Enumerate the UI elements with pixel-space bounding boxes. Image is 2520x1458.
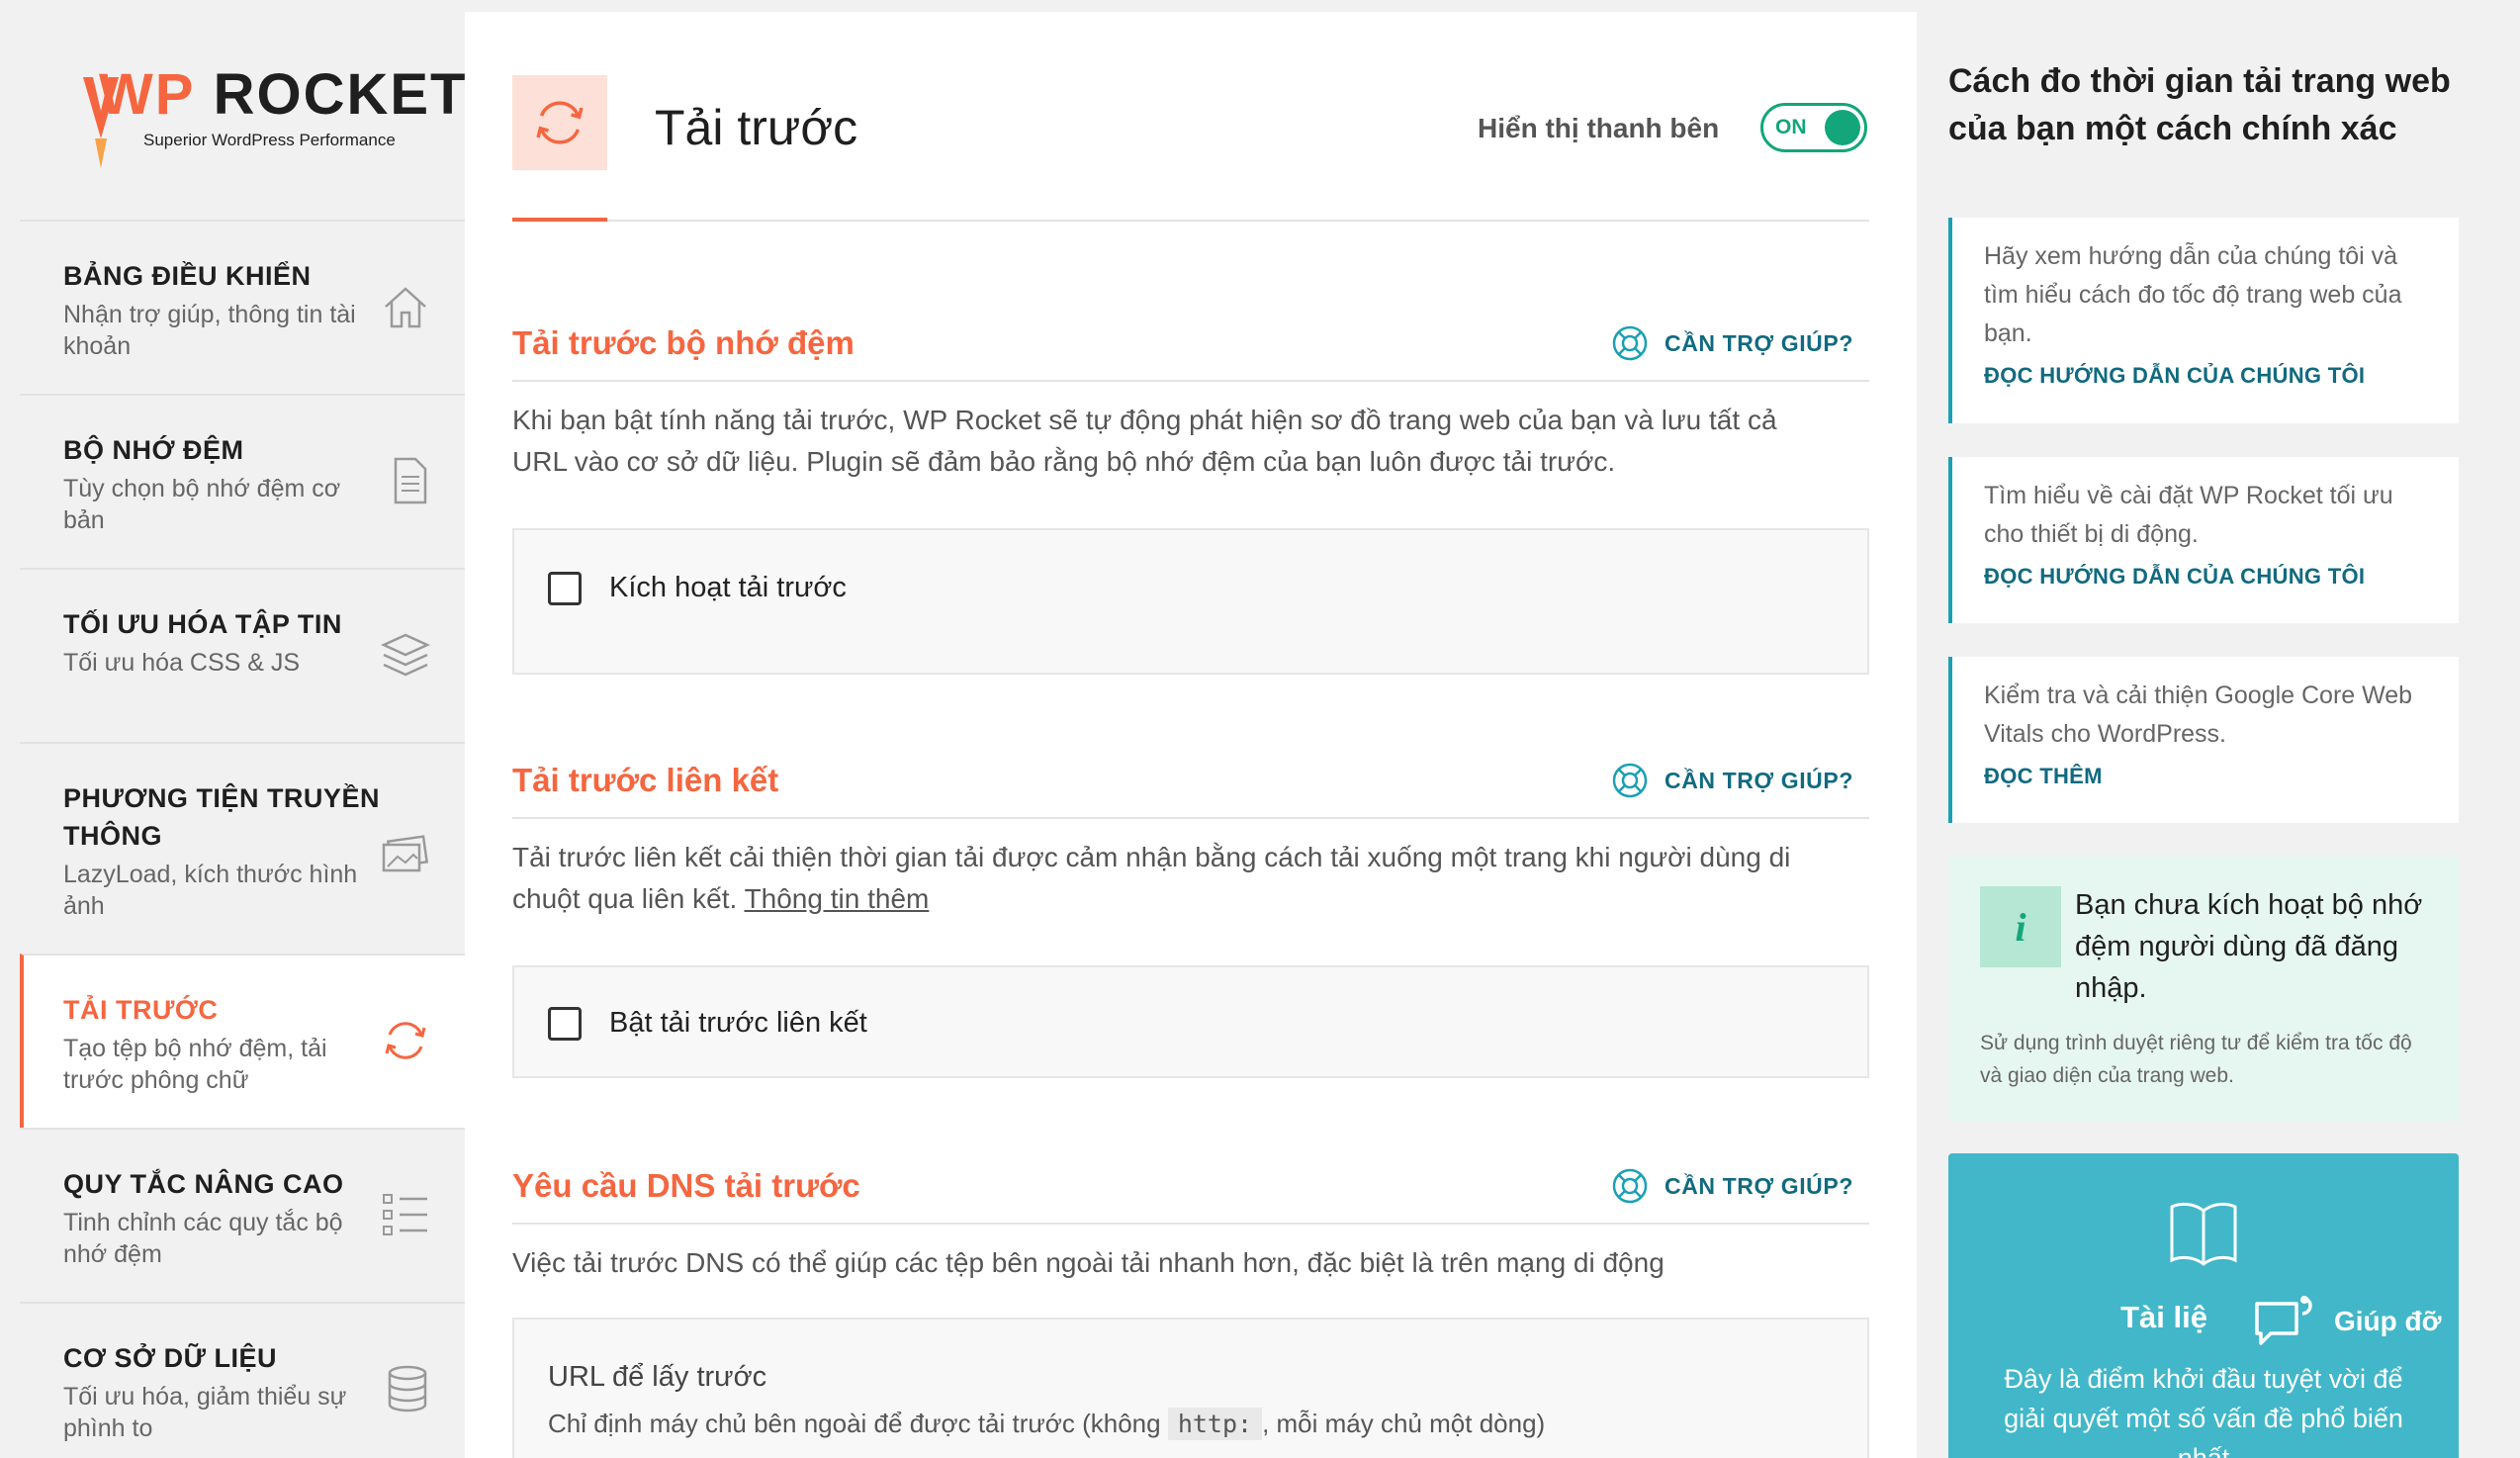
guide-card: Tìm hiểu về cài đặt WP Rocket tối ưu cho…: [1948, 457, 2459, 623]
nav-item-title: TẢI TRƯỚC: [63, 995, 219, 1025]
nav-item-title: BỘ NHỚ ĐỆM: [63, 435, 244, 465]
help-label: CẦN TRỢ GIÚP?: [1665, 767, 1853, 793]
nav-list: BẢNG ĐIỀU KHIỂN Nhận trợ giúp, thông tin…: [20, 220, 465, 1458]
card-link[interactable]: ĐỌC HƯỚNG DẪN CỦA CHÚNG TÔI: [1984, 363, 2433, 389]
guide-card: Hãy xem hướng dẫn của chúng tôi và tìm h…: [1948, 218, 2459, 423]
section-divider: [512, 1223, 1869, 1225]
help-link[interactable]: CẦN TRỢ GIÚP?: [1611, 324, 1853, 362]
file-icon: [394, 457, 427, 504]
guide-card: Kiểm tra và cải thiện Google Core Web Vi…: [1948, 657, 2459, 823]
refresh-icon: [385, 1022, 426, 1059]
lifebuoy-icon: [1612, 325, 1648, 361]
images-icon: [382, 835, 429, 872]
option-box: Kích hoạt tải trước: [512, 528, 1869, 675]
logo-tagline: Superior WordPress Performance: [143, 131, 396, 149]
chat-bubbles-icon: [2255, 1296, 2312, 1345]
card-text: Kiểm tra và cải thiện Google Core Web Vi…: [1984, 682, 2413, 748]
logo-wordmark: WP ROCKET: [99, 62, 468, 127]
enable-link-preload-checkbox[interactable]: [548, 1007, 582, 1041]
section-title: Yêu cầu DNS tải trước: [512, 1167, 860, 1204]
field-desc-end: , mỗi máy chủ một dòng): [1262, 1409, 1546, 1438]
lifebuoy-icon: [1612, 1168, 1648, 1204]
section-cache-preload: Tải trước bộ nhớ đệm CẦN TRỢ GIÚP? Khi b…: [512, 324, 1869, 681]
notice-title: Bạn chưa kích hoạt bộ nhớ đệm người dùng…: [2075, 889, 2423, 1004]
help-widget-label: Giúp đỡ: [2334, 1306, 2442, 1336]
field-description: Chỉ định máy chủ bên ngoài để được tải t…: [548, 1408, 1546, 1440]
sidebar-toggle[interactable]: ON: [1760, 103, 1867, 152]
page-title: Tải trước: [655, 100, 858, 155]
refresh-icon: [536, 101, 584, 144]
more-info-link[interactable]: Thông tin thêm: [745, 883, 930, 914]
nav-item-media[interactable]: PHƯƠNG TIỆN TRUYỀN THÔNG LazyLoad, kích …: [20, 742, 465, 954]
dns-field-box: URL để lấy trước Chỉ định máy chủ bên ng…: [512, 1318, 1869, 1458]
home-icon: [385, 287, 426, 328]
notice-description: Sử dụng trình duyệt riêng tư để kiểm tra…: [1980, 1032, 2412, 1087]
right-sidebar: Cách đo thời gian tải trang web của bạn …: [1917, 0, 2520, 1458]
wp-rocket-logo[interactable]: WP ROCKET Superior WordPress Performance: [79, 61, 465, 168]
nav-item-preload[interactable]: TẢI TRƯỚC Tạo tệp bộ nhớ đệm, tải trước …: [20, 954, 465, 1128]
nav-item-title: PHƯƠNG TIỆN TRUYỀN THÔNG: [63, 783, 380, 851]
sidebar-toggle-label: Hiển thị thanh bên: [1478, 113, 1720, 143]
nav-item-advanced-rules[interactable]: QUY TẮC NÂNG CAO Tinh chỉnh các quy tắc …: [20, 1128, 465, 1302]
sidebar-title: Cách đo thời gian tải trang web của bạn …: [1948, 62, 2451, 147]
field-code: http:: [1167, 1408, 1263, 1440]
logged-in-cache-notice: i Bạn chưa kích hoạt bộ nhớ đệm người dù…: [1948, 855, 2459, 1122]
info-icon: i: [1980, 886, 2061, 967]
section-title: Tải trước liên kết: [512, 762, 779, 798]
preload-header-icon: [512, 75, 607, 170]
help-link[interactable]: CẦN TRỢ GIÚP?: [1611, 1167, 1853, 1205]
help-link[interactable]: CẦN TRỢ GIÚP?: [1611, 762, 1853, 799]
nav-item-title: QUY TẮC NÂNG CAO: [63, 1169, 344, 1199]
lifebuoy-icon: [1612, 763, 1648, 798]
toggle-knob: [1825, 110, 1860, 145]
section-description: Khi bạn bật tính năng tải trước, WP Rock…: [512, 405, 1777, 477]
header-divider-accent: [512, 218, 607, 222]
section-link-preload: Tải trước liên kết CẦN TRỢ GIÚP? Tải trư…: [512, 762, 1869, 1098]
section-description: Việc tải trước DNS có thể giúp các tệp b…: [512, 1247, 1665, 1278]
option-box: Bật tải trước liên kết: [512, 965, 1869, 1078]
field-label: URL để lấy trước: [548, 1361, 767, 1393]
section-dns-prefetch: Yêu cầu DNS tải trước CẦN TRỢ GIÚP? Việc…: [512, 1167, 1869, 1458]
nav-item-file-optimization[interactable]: TỐI ƯU HÓA TẬP TIN Tối ưu hóa CSS & JS: [20, 568, 465, 742]
nav-item-title: CƠ SỞ DỮ LIỆU: [63, 1343, 277, 1373]
nav-item-cache[interactable]: BỘ NHỚ ĐỆM Tùy chọn bộ nhớ đệm cơ bản: [20, 394, 465, 568]
help-widget-button[interactable]: Giúp đỡ: [2233, 1284, 2451, 1359]
header-divider: [512, 220, 1869, 222]
nav-item-subtitle: Tối ưu hóa, giảm thiểu sự phình to: [63, 1383, 347, 1442]
nav-item-database[interactable]: CƠ SỞ DỮ LIỆU Tối ưu hóa, giảm thiểu sự …: [20, 1302, 465, 1458]
card-text: Tìm hiểu về cài đặt WP Rocket tối ưu cho…: [1984, 482, 2393, 548]
help-label: CẦN TRỢ GIÚP?: [1665, 329, 1853, 356]
main-content: Tải trước Hiển thị thanh bên ON Tải trướ…: [465, 12, 1917, 1458]
checkbox-label[interactable]: Kích hoạt tải trước: [609, 572, 847, 604]
help-label: CẦN TRỢ GIÚP?: [1665, 1172, 1853, 1199]
nav-item-subtitle: Nhận trợ giúp, thông tin tài khoản: [63, 301, 356, 360]
database-icon: [388, 1365, 427, 1412]
nav-item-subtitle: LazyLoad, kích thước hình ảnh: [63, 861, 358, 920]
section-divider: [512, 380, 1869, 382]
checklist-icon: [383, 1194, 427, 1235]
nav-item-dashboard[interactable]: BẢNG ĐIỀU KHIỂN Nhận trợ giúp, thông tin…: [20, 220, 465, 394]
card-link[interactable]: ĐỌC THÊM: [1984, 764, 2433, 789]
nav-item-subtitle: Tùy chọn bộ nhớ đệm cơ bản: [63, 475, 341, 534]
layers-icon: [380, 633, 431, 677]
section-title: Tải trước bộ nhớ đệm: [512, 324, 855, 361]
toggle-state-label: ON: [1775, 116, 1807, 138]
description-text: Tải trước liên kết cải thiện thời gian t…: [512, 842, 1791, 914]
book-icon: [2170, 1202, 2237, 1266]
card-text: Hãy xem hướng dẫn của chúng tôi và tìm h…: [1984, 242, 2402, 347]
nav-item-subtitle: Tối ưu hóa CSS & JS: [63, 649, 301, 677]
section-divider: [512, 817, 1869, 819]
nav-item-title: BẢNG ĐIỀU KHIỂN: [63, 261, 312, 291]
field-desc-start: Chỉ định máy chủ bên ngoài để được tải t…: [548, 1409, 1161, 1438]
section-description: Tải trước liên kết cải thiện thời gian t…: [512, 837, 1838, 920]
activate-preload-checkbox[interactable]: [548, 572, 582, 605]
left-navigation: WP ROCKET Superior WordPress Performance…: [20, 0, 465, 1458]
nav-item-subtitle: Tinh chỉnh các quy tắc bộ nhớ đệm: [63, 1209, 343, 1268]
nav-item-subtitle: Tạo tệp bộ nhớ đệm, tải trước phông chữ: [63, 1035, 327, 1094]
nav-item-title: TỐI ƯU HÓA TẬP TIN: [63, 609, 342, 639]
card-link[interactable]: ĐỌC HƯỚNG DẪN CỦA CHÚNG TÔI: [1984, 564, 2433, 590]
documentation-description: Đây là điểm khởi đầu tuyệt vời để giải q…: [2004, 1364, 2403, 1458]
checkbox-label[interactable]: Bật tải trước liên kết: [609, 1007, 867, 1040]
